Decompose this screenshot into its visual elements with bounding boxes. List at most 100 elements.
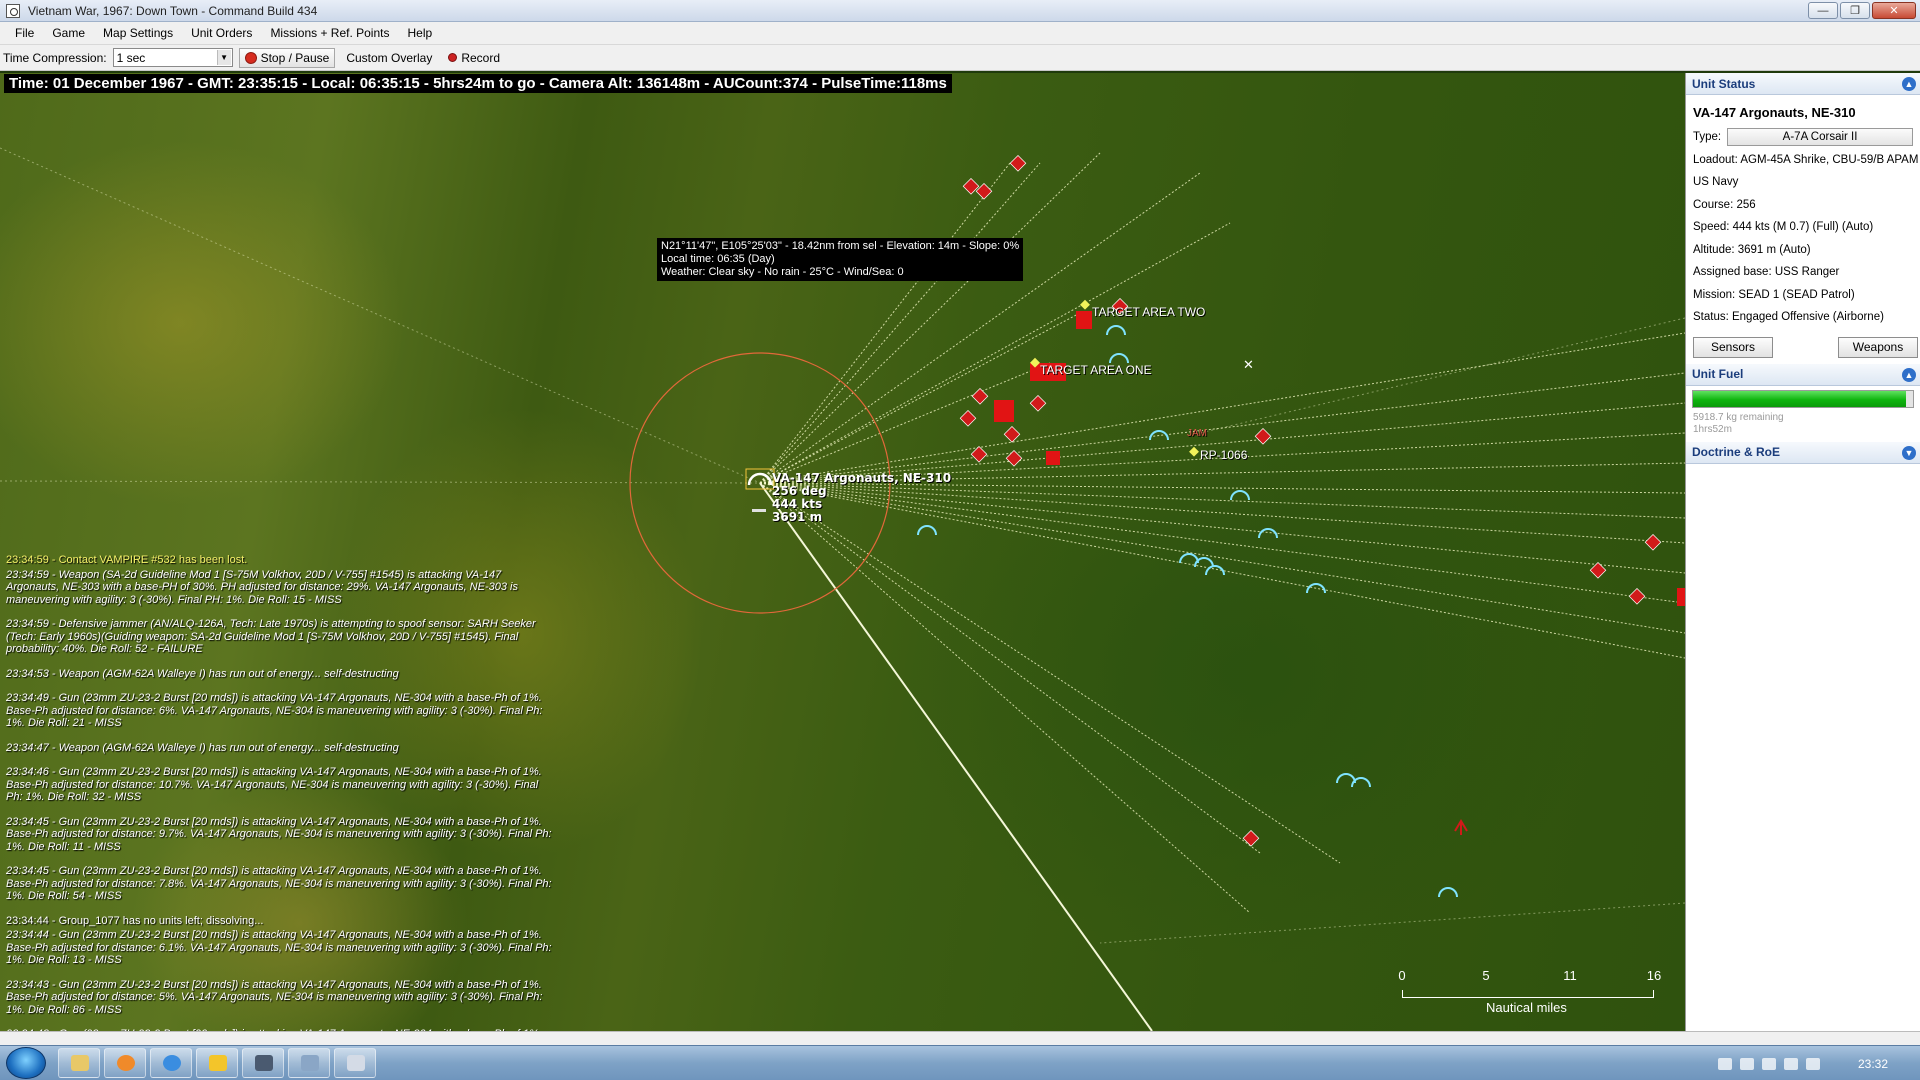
scale-tick: 0 [1398, 968, 1406, 983]
time-compression-select[interactable]: 1 sec ▼ [112, 48, 233, 67]
sensors-button[interactable]: Sensors [1693, 336, 1773, 358]
custom-overlay-button[interactable]: Custom Overlay [341, 48, 437, 68]
log-message: 23:34:59 - Defensive jammer (AN/ALQ-126A… [6, 618, 536, 655]
aircraft-symbol[interactable] [1179, 553, 1199, 564]
unit-status-title: Unit Status [1692, 76, 1756, 91]
close-button[interactable]: ✕ [1872, 2, 1916, 19]
tactical-map[interactable]: ✕ Time: 01 December 1967 - GMT: 23:35:15… [0, 73, 1685, 1031]
taskbar-tool[interactable] [288, 1048, 330, 1078]
tray-flag-icon[interactable] [1739, 1057, 1754, 1070]
log-message: 23:34:46 - Gun (23mm ZU-23-2 Burst [20 r… [6, 766, 542, 803]
target-structure[interactable] [994, 400, 1014, 422]
tray-app-icon[interactable] [1805, 1057, 1820, 1070]
hostile-aircraft[interactable] [1454, 819, 1468, 835]
window-controls: — ❐ ✕ [1808, 2, 1916, 19]
log-message: 23:34:43 - Gun (23mm ZU-23-2 Burst [20 r… [6, 978, 543, 1016]
tray-volume-icon[interactable] [1783, 1057, 1798, 1070]
unit-type-button[interactable]: A-7A Corsair II [1727, 128, 1913, 147]
aircraft-symbol[interactable] [1106, 325, 1126, 336]
collapse-down-icon[interactable]: ▼ [1902, 445, 1916, 460]
scale-tick: 11 [1563, 968, 1577, 983]
weapons-button[interactable]: Weapons [1838, 336, 1918, 358]
maximize-button[interactable]: ❐ [1840, 2, 1870, 19]
aircraft-symbol[interactable] [917, 525, 937, 536]
sensor-line [759, 482, 1341, 864]
window-icon [347, 1055, 365, 1071]
tray-clock[interactable]: 23:32 [1858, 1057, 1888, 1071]
stop-pause-label: Stop / Pause [260, 50, 330, 65]
ref-point[interactable] [1080, 299, 1090, 310]
hostile-site[interactable] [1589, 562, 1607, 579]
aircraft-symbol[interactable] [1336, 773, 1356, 784]
taskbar-window[interactable] [334, 1048, 376, 1078]
tray-chevron-icon[interactable] [1717, 1057, 1732, 1070]
log-message: 23:34:59 - Contact VAMPIRE #532 has been… [6, 554, 248, 566]
taskbar-media[interactable] [104, 1048, 146, 1078]
taskbar-app[interactable] [196, 1048, 238, 1078]
target-area-one-label[interactable]: TARGET AREA ONE [1040, 363, 1152, 377]
unit-fuel-title: Unit Fuel [1692, 367, 1744, 381]
log-message: 23:34:47 - Weapon (AGM-62A Walleye I) ha… [6, 741, 399, 754]
scale-unit: Nautical miles [1486, 1000, 1567, 1015]
record-button[interactable]: Record [443, 48, 505, 68]
collapse-up-icon[interactable]: ▲ [1902, 77, 1916, 91]
collapse-up-icon[interactable]: ▲ [1902, 367, 1916, 382]
hostile-site[interactable] [1009, 155, 1027, 172]
target-area-two-label[interactable]: TARGET AREA TWO [1092, 305, 1205, 319]
start-button[interactable] [6, 1047, 46, 1079]
taskbar-explorer[interactable] [58, 1048, 100, 1078]
panel-buttons: Sensors Weapons [1686, 329, 1920, 364]
menu-file[interactable]: File [6, 26, 43, 40]
map-scale-bar: 0 5 11 16 Nautical miles [1398, 968, 1661, 1018]
log-message: 23:34:44 - Gun (23mm ZU-23-2 Burst [20 r… [6, 929, 552, 966]
doctrine-header[interactable]: Doctrine & RoE ▼ [1686, 441, 1920, 464]
minimize-button[interactable]: — [1808, 2, 1838, 19]
unit-loadout: Loadout: AGM-45A Shrike, CBU-59/B APAM [1693, 153, 1919, 166]
hostile-site[interactable] [1242, 830, 1260, 847]
unit-course: Course: 256 [1693, 198, 1756, 211]
hostile-site[interactable] [1644, 534, 1662, 551]
hostile-site[interactable] [1254, 428, 1272, 445]
aircraft-symbol[interactable] [1438, 887, 1458, 898]
hostile-site[interactable] [1003, 426, 1021, 443]
aircraft-symbol[interactable] [1109, 353, 1129, 364]
flight-path [759, 482, 1153, 1031]
unit-speed: Speed: 444 kts (M 0.7) (Full) (Auto) [1693, 221, 1874, 234]
message-log: 23:34:59 - Contact VAMPIRE #532 has been… [6, 554, 554, 1031]
tray-network-icon[interactable] [1761, 1057, 1776, 1070]
menu-map-settings[interactable]: Map Settings [94, 26, 182, 40]
hostile-site[interactable] [1005, 450, 1023, 467]
reference-point-label[interactable]: RP-1066 [1200, 448, 1247, 462]
taskbar-command[interactable] [242, 1048, 284, 1078]
hostile-site[interactable] [1628, 588, 1646, 605]
record-label: Record [461, 50, 501, 65]
cursor-weather: Weather: Clear sky - No rain - 25°C - Wi… [661, 266, 904, 278]
sensor-line [759, 372, 1685, 484]
menu-help[interactable]: Help [398, 26, 441, 40]
selected-unit-label[interactable]: VA-147 Argonauts, NE-310 256 deg 444 kts… [772, 472, 951, 524]
target-structure[interactable] [1677, 588, 1685, 606]
fuel-fill [1693, 390, 1907, 407]
record-icon [448, 53, 458, 62]
chevron-down-icon[interactable]: ▼ [216, 50, 231, 65]
unit-fuel-header[interactable]: Unit Fuel ▲ [1686, 363, 1920, 386]
fuel-gauge [1686, 386, 1920, 410]
taskbar-browser[interactable] [150, 1048, 192, 1078]
stop-pause-button[interactable]: Stop / Pause [238, 47, 336, 68]
hostile-site[interactable] [959, 410, 977, 427]
target-structure[interactable] [1076, 311, 1092, 329]
unit-status-panel: Unit Status ▲ VA-147 Argonauts, NE-310 T… [1685, 73, 1920, 1031]
menu-missions[interactable]: Missions + Ref. Points [261, 26, 398, 40]
unit-status-header[interactable]: Unit Status ▲ [1686, 73, 1920, 95]
menu-unit-orders[interactable]: Unit Orders [182, 26, 261, 40]
menu-game[interactable]: Game [43, 26, 94, 40]
unknown-contact-x[interactable]: ✕ [1243, 357, 1254, 372]
aircraft-symbol[interactable] [1230, 490, 1250, 501]
sensor-line [759, 482, 1251, 914]
hostile-site[interactable] [971, 388, 989, 405]
target-structure[interactable] [1046, 451, 1060, 465]
unit-mission: Mission: SEAD 1 (SEAD Patrol) [1693, 288, 1855, 301]
hostile-site[interactable] [1029, 395, 1047, 412]
ref-point[interactable] [1189, 446, 1199, 457]
unit-side: US Navy [1693, 176, 1739, 189]
